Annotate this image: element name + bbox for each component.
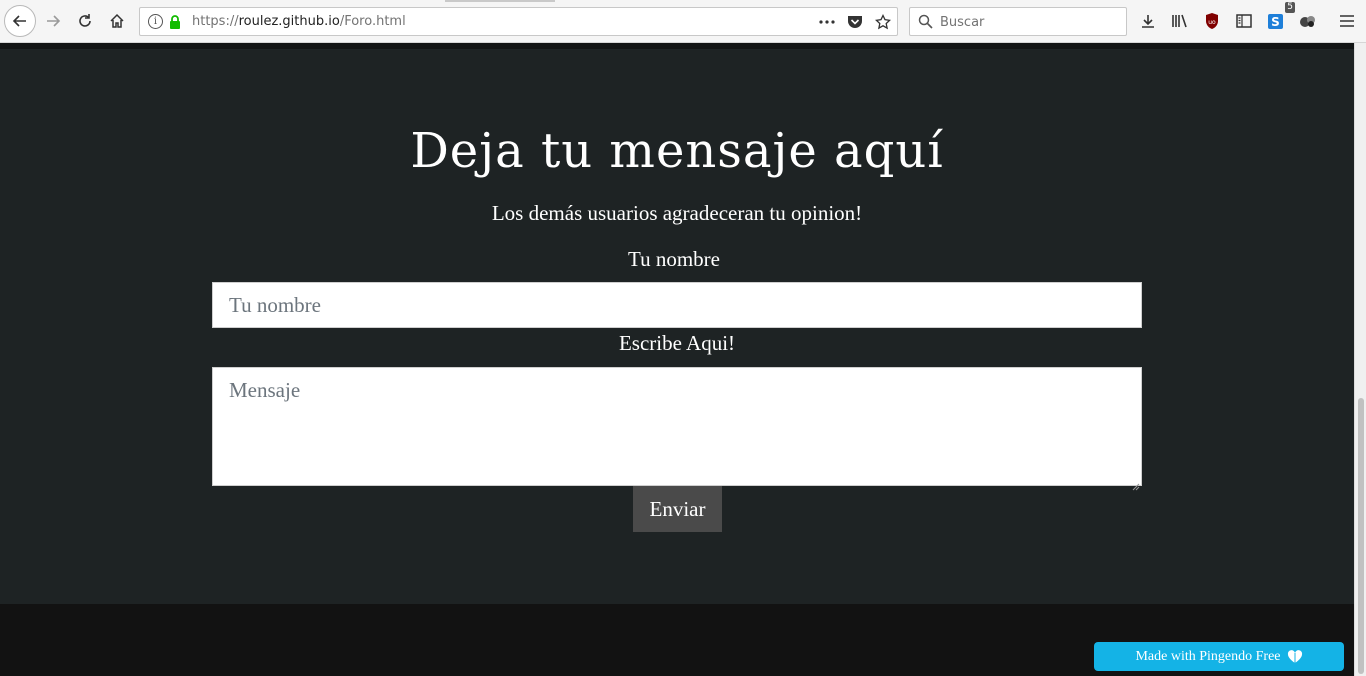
search-input[interactable] (940, 12, 1120, 32)
svg-text:S: S (1271, 15, 1280, 29)
ublock-button[interactable]: uo (1197, 6, 1227, 36)
url-path: /Foro.html (339, 14, 406, 29)
active-tab-indicator (445, 0, 555, 2)
browser-toolbar: i https://roulez.github.io/Foro.html u (0, 0, 1366, 43)
extension-circles-icon (1300, 16, 1315, 27)
main-menu-button[interactable] (1332, 6, 1362, 36)
svg-text:uo: uo (1208, 19, 1216, 26)
pocket-icon[interactable] (845, 12, 865, 32)
page-scrollbar[interactable] (1354, 43, 1366, 676)
page-title: Deja tu mensaje aquí (410, 123, 944, 179)
page-actions-menu-icon[interactable] (817, 12, 837, 32)
downloads-button[interactable] (1133, 6, 1163, 36)
forward-arrow-icon (47, 15, 61, 27)
library-icon (1172, 14, 1187, 28)
name-label: Tu nombre (628, 247, 720, 271)
home-icon (110, 13, 124, 28)
url-text[interactable]: https://roulez.github.io/Foro.html (192, 14, 406, 29)
reader-view-button[interactable] (1229, 6, 1259, 36)
extension-s-icon: S (1268, 14, 1283, 29)
search-icon (918, 14, 933, 33)
reload-button[interactable] (70, 6, 100, 36)
heart-icon (1287, 649, 1302, 663)
scrollbar-thumb[interactable] (1358, 398, 1364, 674)
sidebar-icon (1236, 14, 1252, 28)
search-bar[interactable] (909, 7, 1127, 36)
library-button[interactable] (1165, 6, 1195, 36)
extension-circles-button[interactable] (1293, 6, 1323, 36)
pingendo-badge-label: Made with Pingendo Free (1135, 648, 1281, 664)
pingendo-badge-link[interactable]: Made with Pingendo Free (1094, 642, 1344, 671)
page-subtitle: Los demás usuarios agradeceran tu opinio… (491, 201, 863, 225)
name-input[interactable] (212, 282, 1142, 328)
back-arrow-icon (12, 15, 26, 27)
hamburger-menu-icon (1340, 15, 1354, 27)
site-info-icon[interactable]: i (148, 14, 163, 29)
extension-s-button[interactable]: S 5 (1261, 2, 1295, 36)
message-form-section: Deja tu mensaje aquí Los demás usuarios … (0, 49, 1354, 604)
forward-button[interactable] (38, 6, 68, 36)
message-textarea[interactable] (212, 367, 1142, 486)
message-label: Escribe Aqui! (618, 331, 736, 355)
url-scheme: https:// (192, 14, 239, 29)
lock-icon (169, 14, 181, 33)
reload-icon (79, 14, 91, 27)
send-button[interactable]: Enviar (633, 486, 722, 532)
ublock-shield-icon: uo (1206, 13, 1218, 29)
textarea-resize-grip-icon[interactable] (1131, 476, 1140, 491)
url-bar[interactable]: i https://roulez.github.io/Foro.html (139, 7, 898, 36)
url-host: roulez.github.io (238, 14, 340, 29)
bookmark-star-icon[interactable] (873, 12, 893, 32)
download-icon (1142, 15, 1154, 28)
home-button[interactable] (102, 6, 132, 36)
back-button[interactable] (4, 5, 36, 37)
